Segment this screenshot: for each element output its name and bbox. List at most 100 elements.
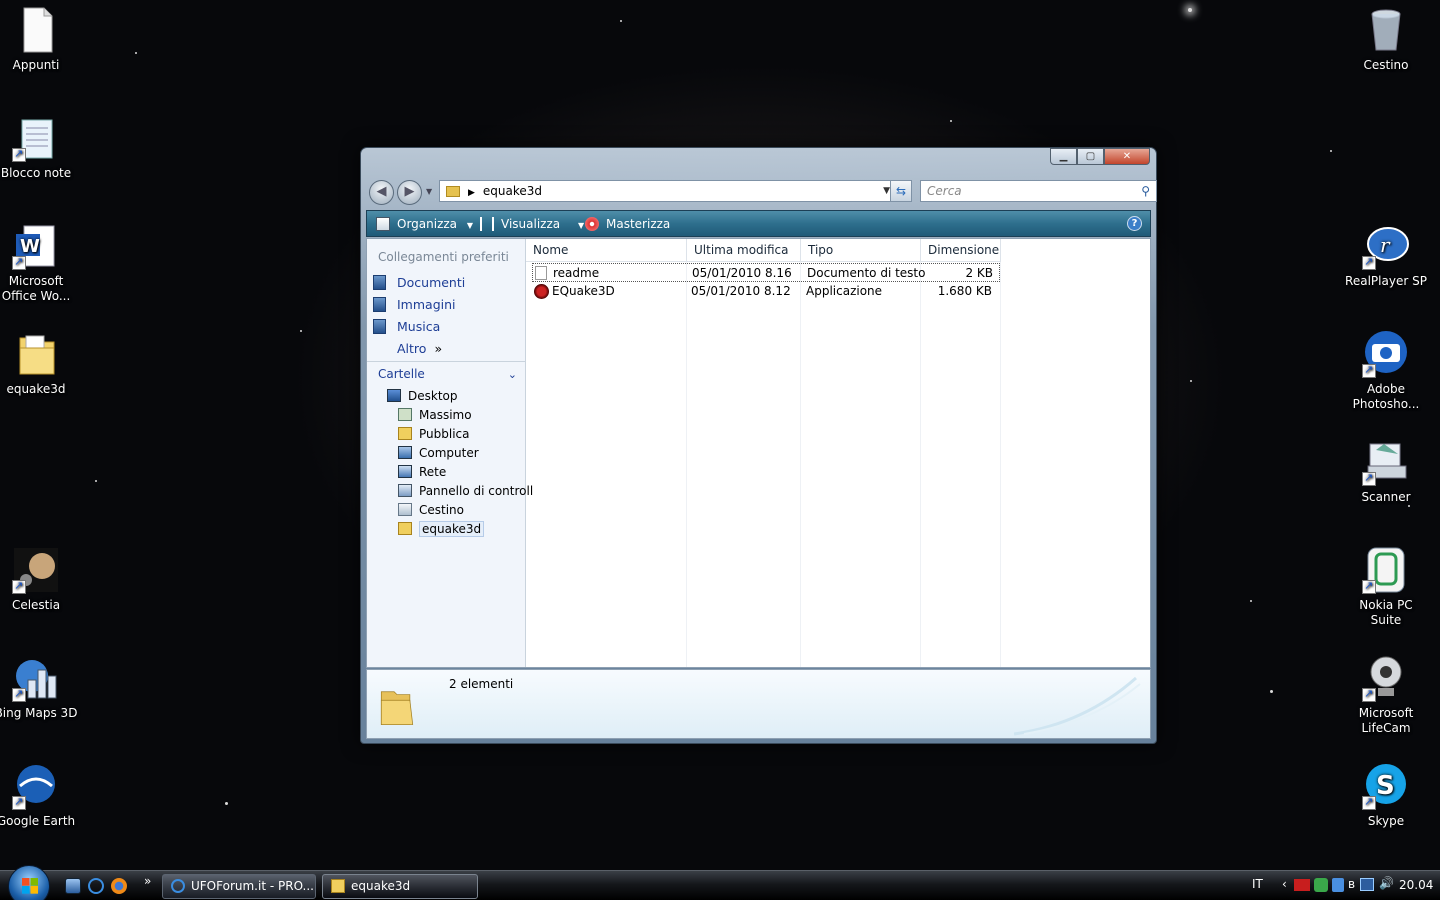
back-button[interactable]: ◀ xyxy=(369,180,394,205)
recent-pages-dropdown[interactable]: ▼ xyxy=(426,187,432,196)
desktop-icon-label: Blocco note xyxy=(0,166,72,180)
taskbar-button-label: equake3d xyxy=(351,879,411,893)
shortcut-arrow-icon xyxy=(1362,686,1376,702)
show-desktop-icon[interactable] xyxy=(65,878,81,894)
burn-disc-icon xyxy=(585,217,599,231)
google-earth-icon xyxy=(12,762,60,810)
burn-label: Masterizza xyxy=(606,217,671,231)
taskbar-button-ufoforum[interactable]: UFOForum.it - PRO... xyxy=(162,874,316,899)
firefox-icon[interactable] xyxy=(111,878,127,894)
internet-explorer-icon xyxy=(171,879,185,893)
clock[interactable]: 20.04 xyxy=(1399,878,1435,892)
desktop-icon-label: Appunti xyxy=(12,58,60,72)
desktop-icon-bing-maps[interactable]: Bing Maps 3D xyxy=(0,654,79,721)
folder-icon xyxy=(12,330,60,378)
taskbar-button-label: UFOForum.it - PRO... xyxy=(191,879,314,893)
organize-button[interactable]: Organizza ▼ xyxy=(376,216,473,234)
desktop-icon-scanner[interactable]: Scanner xyxy=(1343,438,1429,505)
volume-icon[interactable]: 🔊 xyxy=(1379,876,1394,890)
desktop-icon-label: Celestia xyxy=(11,598,61,612)
tree-label: Cestino xyxy=(419,503,464,517)
tree-item-cestino[interactable]: Cestino xyxy=(398,501,464,520)
antivirus-icon[interactable] xyxy=(1314,878,1328,892)
minimize-button[interactable]: ▁ xyxy=(1050,148,1077,165)
network-icon[interactable] xyxy=(1360,878,1374,891)
close-button[interactable]: ✕ xyxy=(1104,148,1150,165)
desktop-icon-realplayer[interactable]: r RealPlayer SP xyxy=(1343,222,1429,289)
music-icon xyxy=(373,319,386,334)
column-header-type[interactable]: Tipo xyxy=(801,239,921,262)
favorite-link-musica[interactable]: Musica xyxy=(373,317,440,337)
bluetooth-icon[interactable]: ʙ xyxy=(1348,877,1355,891)
svg-text:r: r xyxy=(1380,233,1391,257)
desktop-icon-label: Microsoft LifeCam xyxy=(1358,706,1414,735)
column-header-name[interactable]: Nome xyxy=(526,239,687,262)
address-text: equake3d xyxy=(482,184,543,198)
tree-item-pubblica[interactable]: Pubblica xyxy=(398,425,469,444)
view-button[interactable]: Visualizza ▼ xyxy=(480,216,584,234)
maximize-button[interactable]: ▢ xyxy=(1077,148,1104,165)
quicklaunch-overflow-chevron[interactable]: » xyxy=(144,874,151,888)
file-list: Nome Ultima modifica Tipo Dimensione rea… xyxy=(526,239,1150,667)
language-indicator[interactable]: IT xyxy=(1252,877,1263,891)
tree-item-pannello[interactable]: Pannello di controll xyxy=(398,482,533,501)
organize-label: Organizza xyxy=(397,217,458,231)
shortcut-arrow-icon xyxy=(1362,578,1376,594)
organize-icon xyxy=(376,217,390,231)
burn-button[interactable]: Masterizza xyxy=(585,216,670,232)
column-header-modified[interactable]: Ultima modifica xyxy=(687,239,801,262)
desktop-icon-celestia[interactable]: Celestia xyxy=(0,546,79,613)
favorite-link-altro[interactable]: Altro » xyxy=(397,339,442,359)
desktop-icon-label: Bing Maps 3D xyxy=(0,706,78,720)
folders-header[interactable]: Cartelle ⌄ xyxy=(367,361,525,386)
tree-label: Pubblica xyxy=(419,427,470,441)
refresh-button[interactable]: ⇆ xyxy=(890,180,912,202)
favorites-header: Collegamenti preferiti xyxy=(378,250,509,264)
file-size: 1.680 KB xyxy=(937,284,992,298)
desktop-icon-appunti[interactable]: Appunti xyxy=(0,6,79,73)
file-row[interactable]: readme 05/01/2010 8.16 Documento di test… xyxy=(532,263,1000,282)
file-row[interactable]: EQuake3D 05/01/2010 8.12 Applicazione 1.… xyxy=(532,282,1000,301)
desktop-icon-blocco-note[interactable]: Blocco note xyxy=(0,114,79,181)
tree-item-computer[interactable]: Computer xyxy=(398,444,479,463)
file-type: Applicazione xyxy=(806,284,883,298)
search-input[interactable]: Cerca ⚲ xyxy=(920,180,1157,202)
address-dropdown-icon[interactable]: ▼ xyxy=(883,181,890,201)
show-hidden-icons-chevron[interactable]: ‹ xyxy=(1282,877,1287,891)
tree-item-desktop[interactable]: Desktop xyxy=(387,387,458,406)
address-bar[interactable]: ▶ equake3d ▼ xyxy=(439,180,895,202)
tray-app-icon[interactable] xyxy=(1332,878,1344,892)
favorite-link-immagini[interactable]: Immagini xyxy=(373,295,456,315)
favorite-link-documenti[interactable]: Documenti xyxy=(373,273,465,293)
desktop-icon-skype[interactable]: S Skype xyxy=(1343,762,1429,829)
favorite-label: Documenti xyxy=(397,275,466,290)
desktop-icon-equake3d[interactable]: equake3d xyxy=(0,330,79,397)
taskbar: » UFOForum.it - PRO... equake3d IT ‹ ʙ 🔊… xyxy=(0,865,1440,900)
explorer-window: ▁ ▢ ✕ ◀ ▶ ▼ ▶ equake3d ▼ ⇆ Cerca ⚲ Organi… xyxy=(360,147,1157,744)
tree-item-rete[interactable]: Rete xyxy=(398,463,446,482)
desktop-icon-lifecam[interactable]: Microsoft LifeCam xyxy=(1343,654,1429,736)
command-bar: Organizza ▼ Visualizza ▼ Masterizza ? xyxy=(366,210,1151,237)
desktop-icon-photoshop[interactable]: Adobe Photosho... xyxy=(1343,330,1429,412)
search-icon[interactable]: ⚲ xyxy=(1141,181,1150,201)
chevron-down-icon: ⌄ xyxy=(507,368,517,381)
help-icon[interactable]: ? xyxy=(1127,216,1142,231)
tree-item-massimo[interactable]: Massimo xyxy=(398,406,472,425)
tree-item-equake3d[interactable]: equake3d xyxy=(398,520,485,539)
ati-icon[interactable] xyxy=(1294,879,1310,891)
desktop-icon-label: Skype xyxy=(1367,814,1405,828)
internet-explorer-icon[interactable] xyxy=(88,878,104,894)
start-button[interactable] xyxy=(8,865,50,900)
folder-icon xyxy=(380,691,414,725)
webcam-icon xyxy=(1362,654,1410,702)
column-header-size[interactable]: Dimensione xyxy=(921,239,1001,262)
taskbar-button-equake3d[interactable]: equake3d xyxy=(322,874,478,899)
forward-button[interactable]: ▶ xyxy=(397,180,422,205)
desktop-icon-word[interactable]: W Microsoft Office Wo... xyxy=(0,222,79,304)
desktop-icon-nokia[interactable]: Nokia PC Suite xyxy=(1343,546,1429,628)
desktop-icon-cestino[interactable]: Cestino xyxy=(1343,6,1429,73)
desktop-icon-google-earth[interactable]: Google Earth xyxy=(0,762,79,829)
view-label: Visualizza xyxy=(501,217,561,231)
desktop-icon-label: RealPlayer SP xyxy=(1345,274,1427,288)
application-icon xyxy=(534,284,549,299)
